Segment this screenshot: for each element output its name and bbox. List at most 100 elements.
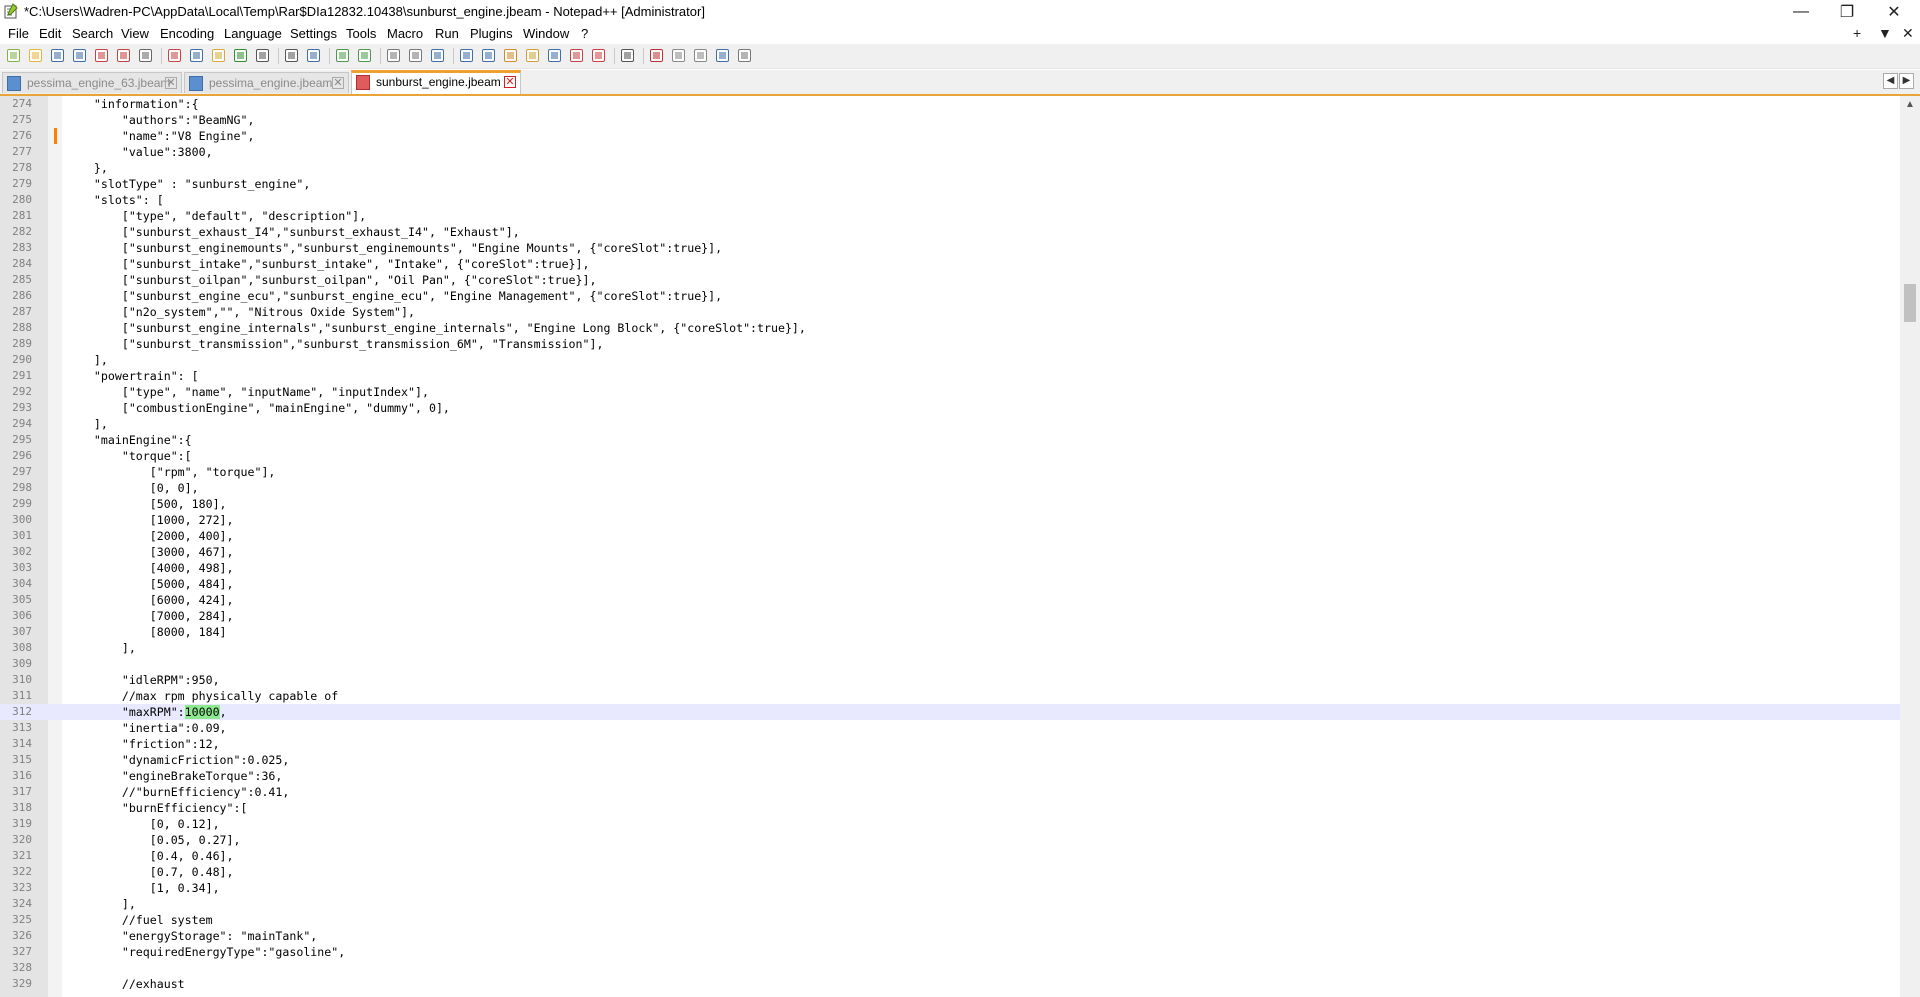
- menu-macro[interactable]: Macro: [387, 26, 423, 41]
- close-button[interactable]: ✕: [1871, 0, 1917, 24]
- close-icon[interactable]: [93, 47, 110, 64]
- lang-udl-icon[interactable]: [502, 47, 519, 64]
- code-line[interactable]: 298 [0, 0],: [0, 480, 1900, 496]
- code-line[interactable]: 295 "mainEngine":{: [0, 432, 1900, 448]
- word-wrap-icon[interactable]: [429, 47, 446, 64]
- stop-macro-icon[interactable]: [670, 47, 687, 64]
- code-line[interactable]: 281 ["type", "default", "description"],: [0, 208, 1900, 224]
- code-line[interactable]: 328: [0, 960, 1900, 976]
- code-line[interactable]: 304 [5000, 484],: [0, 576, 1900, 592]
- code-line[interactable]: 329 //exhaust: [0, 976, 1900, 992]
- code-line[interactable]: 297 ["rpm", "torque"],: [0, 464, 1900, 480]
- code-line[interactable]: 323 [1, 0.34],: [0, 880, 1900, 896]
- code-line[interactable]: 327 "requiredEnergyType":"gasoline",: [0, 944, 1900, 960]
- code-line[interactable]: 277 "value":3800,: [0, 144, 1900, 160]
- code-line[interactable]: 284 ["sunburst_intake","sunburst_intake"…: [0, 256, 1900, 272]
- menu-help[interactable]: ?: [581, 26, 588, 41]
- tab-list-dropdown-icon[interactable]: ▼: [1878, 25, 1892, 41]
- tab-close-icon[interactable]: ✕: [504, 76, 516, 88]
- find-icon[interactable]: [283, 47, 300, 64]
- menu-search[interactable]: Search: [72, 26, 113, 41]
- save-macro-icon[interactable]: [736, 47, 753, 64]
- code-line[interactable]: 303 [4000, 498],: [0, 560, 1900, 576]
- code-line[interactable]: 293 ["combustionEngine", "mainEngine", "…: [0, 400, 1900, 416]
- menu-settings[interactable]: Settings: [290, 26, 337, 41]
- menu-language[interactable]: Language: [224, 26, 282, 41]
- code-line[interactable]: 308 ],: [0, 640, 1900, 656]
- sync-horizontal-icon[interactable]: [407, 47, 424, 64]
- function-list-icon[interactable]: [546, 47, 563, 64]
- folder-workspace-icon[interactable]: [568, 47, 585, 64]
- tab-scroll-right-icon[interactable]: ▶: [1899, 73, 1914, 89]
- code-line[interactable]: 287 ["n2o_system","", "Nitrous Oxide Sys…: [0, 304, 1900, 320]
- code-line[interactable]: 294 ],: [0, 416, 1900, 432]
- replace-icon[interactable]: [305, 47, 322, 64]
- tab-close-icon[interactable]: ✕: [332, 77, 344, 89]
- menu-tools[interactable]: Tools: [346, 26, 376, 41]
- code-line[interactable]: 286 ["sunburst_engine_ecu","sunburst_eng…: [0, 288, 1900, 304]
- code-line[interactable]: 321 [0.4, 0.46],: [0, 848, 1900, 864]
- code-line[interactable]: 274 "information":{: [0, 96, 1900, 112]
- code-line[interactable]: 320 [0.05, 0.27],: [0, 832, 1900, 848]
- code-line[interactable]: 299 [500, 180],: [0, 496, 1900, 512]
- close-all-icon[interactable]: [115, 47, 132, 64]
- copy-icon[interactable]: [188, 47, 205, 64]
- code-line[interactable]: 289 ["sunburst_transmission","sunburst_t…: [0, 336, 1900, 352]
- code-line[interactable]: 310 "idleRPM":950,: [0, 672, 1900, 688]
- code-line[interactable]: 278 },: [0, 160, 1900, 176]
- code-line[interactable]: 283 ["sunburst_enginemounts","sunburst_e…: [0, 240, 1900, 256]
- vertical-scrollbar[interactable]: ▲: [1900, 96, 1920, 997]
- print-icon[interactable]: [137, 47, 154, 64]
- code-line[interactable]: 319 [0, 0.12],: [0, 816, 1900, 832]
- minimize-button[interactable]: —: [1778, 0, 1824, 24]
- code-line[interactable]: 305 [6000, 424],: [0, 592, 1900, 608]
- code-line[interactable]: 300 [1000, 272],: [0, 512, 1900, 528]
- menu-file[interactable]: File: [8, 26, 29, 41]
- code-line[interactable]: 306 [7000, 284],: [0, 608, 1900, 624]
- code-line[interactable]: 315 "dynamicFriction":0.025,: [0, 752, 1900, 768]
- cut-icon[interactable]: [166, 47, 183, 64]
- open-file-icon[interactable]: [27, 47, 44, 64]
- monitoring-icon[interactable]: [590, 47, 607, 64]
- tab-scroll-left-icon[interactable]: ◀: [1883, 73, 1898, 89]
- code-line[interactable]: 292 ["type", "name", "inputName", "input…: [0, 384, 1900, 400]
- paste-icon[interactable]: [210, 47, 227, 64]
- redo-icon[interactable]: [254, 47, 271, 64]
- code-line[interactable]: 290 ],: [0, 352, 1900, 368]
- save-icon[interactable]: [49, 47, 66, 64]
- code-line[interactable]: 318 "burnEfficiency":[: [0, 800, 1900, 816]
- show-icon[interactable]: [619, 47, 636, 64]
- code-editor[interactable]: 274 "information":{275 "authors":"BeamNG…: [0, 96, 1900, 997]
- tab-close-icon[interactable]: ✕: [165, 77, 177, 89]
- scrollbar-thumb[interactable]: [1904, 284, 1916, 322]
- code-line[interactable]: 307 [8000, 184]: [0, 624, 1900, 640]
- code-line[interactable]: 314 "friction":12,: [0, 736, 1900, 752]
- menu-window[interactable]: Window: [523, 26, 569, 41]
- code-line[interactable]: 279 "slotType" : "sunburst_engine",: [0, 176, 1900, 192]
- new-file-icon[interactable]: [5, 47, 22, 64]
- code-line[interactable]: 282 ["sunburst_exhaust_I4","sunburst_exh…: [0, 224, 1900, 240]
- code-line[interactable]: 325 //fuel system: [0, 912, 1900, 928]
- code-line[interactable]: 291 "powertrain": [: [0, 368, 1900, 384]
- code-line[interactable]: 316 "engineBrakeTorque":36,: [0, 768, 1900, 784]
- code-line[interactable]: 296 "torque":[: [0, 448, 1900, 464]
- code-line[interactable]: 280 "slots": [: [0, 192, 1900, 208]
- sync-vertical-icon[interactable]: [385, 47, 402, 64]
- play-macro-icon[interactable]: [692, 47, 709, 64]
- code-line[interactable]: 311 //max rpm physically capable of: [0, 688, 1900, 704]
- indent-guide-icon[interactable]: [480, 47, 497, 64]
- tab-pessima-engine[interactable]: pessima_engine.jbeam ✕: [184, 72, 349, 93]
- show-all-chars-icon[interactable]: [458, 47, 475, 64]
- scroll-up-icon[interactable]: ▲: [1903, 99, 1917, 113]
- code-line[interactable]: 302 [3000, 467],: [0, 544, 1900, 560]
- code-line[interactable]: 309: [0, 656, 1900, 672]
- tab-pessima-engine-63[interactable]: pessima_engine_63.jbeam ✕: [2, 72, 182, 93]
- zoom-out-icon[interactable]: [356, 47, 373, 64]
- code-line[interactable]: 301 [2000, 400],: [0, 528, 1900, 544]
- code-line[interactable]: 326 "energyStorage": "mainTank",: [0, 928, 1900, 944]
- menu-view[interactable]: View: [121, 26, 149, 41]
- zoom-in-icon[interactable]: [334, 47, 351, 64]
- code-line[interactable]: 285 ["sunburst_oilpan","sunburst_oilpan"…: [0, 272, 1900, 288]
- menu-run[interactable]: Run: [435, 26, 459, 41]
- code-line[interactable]: 317 //"burnEfficiency":0.41,: [0, 784, 1900, 800]
